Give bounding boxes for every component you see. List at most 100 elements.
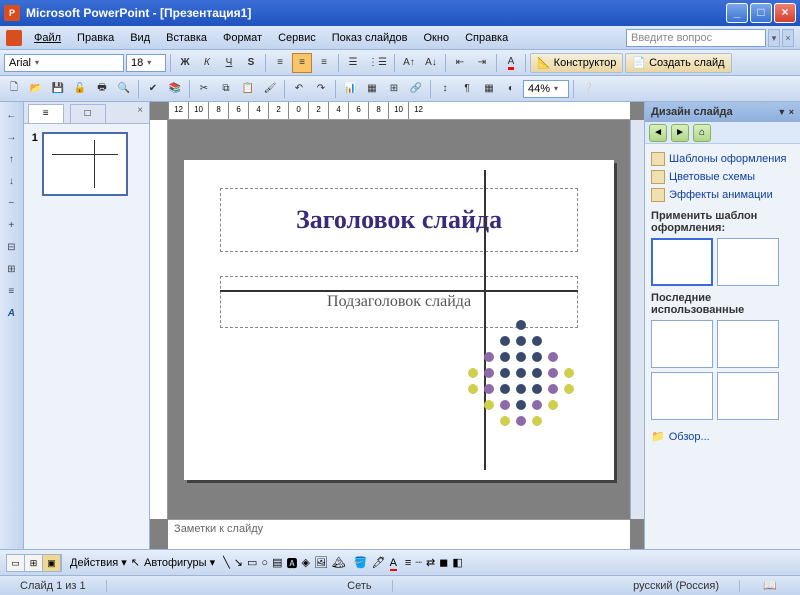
preview-button[interactable]: 🔍: [114, 79, 134, 99]
chart-button[interactable]: 📊: [340, 79, 360, 99]
animation-effects-link[interactable]: Эффекты анимации: [651, 186, 794, 204]
increase-font-button[interactable]: A↑: [399, 53, 419, 73]
permission-button[interactable]: 🔓: [70, 79, 90, 99]
close-button[interactable]: ×: [774, 3, 796, 23]
font-color-button[interactable]: A: [501, 53, 521, 73]
bulleted-list-button[interactable]: ⋮☰: [365, 53, 390, 73]
template-thumb-6[interactable]: [717, 372, 779, 420]
rectangle-button[interactable]: ▭: [247, 556, 257, 569]
autoshapes-menu[interactable]: Автофигуры ▾: [144, 556, 215, 569]
menu-insert[interactable]: Вставка: [158, 29, 215, 47]
format-painter-button[interactable]: 🖌: [260, 79, 280, 99]
help-button[interactable]: ❔: [578, 79, 598, 99]
expand-all-button[interactable]: ↕: [435, 79, 455, 99]
line-color-button[interactable]: 🖊: [372, 556, 386, 569]
bold-button[interactable]: Ж: [175, 53, 195, 73]
picture-button[interactable]: 🏔: [332, 556, 346, 569]
outline-tab[interactable]: ≡: [28, 104, 64, 123]
decrease-font-button[interactable]: A↓: [421, 53, 441, 73]
template-thumb-2[interactable]: [717, 238, 779, 286]
arrow-button[interactable]: ↘: [234, 556, 243, 569]
decrease-indent-button[interactable]: ⇤: [450, 53, 470, 73]
research-button[interactable]: 📚: [165, 79, 185, 99]
template-thumb-1[interactable]: [651, 238, 713, 286]
summary-slide-button[interactable]: ≡: [1, 282, 21, 302]
arrow-style-button[interactable]: ⇄: [426, 556, 435, 569]
color-schemes-link[interactable]: Цветовые схемы: [651, 168, 794, 186]
new-button[interactable]: 🗋: [4, 79, 24, 99]
open-button[interactable]: 📂: [26, 79, 46, 99]
slide-thumbnail-1[interactable]: 1: [32, 132, 141, 196]
show-grid-button[interactable]: ▦: [479, 79, 499, 99]
font-color-button2[interactable]: A: [390, 557, 397, 569]
menu-format[interactable]: Формат: [215, 29, 270, 47]
oval-button[interactable]: ○: [261, 557, 268, 569]
maximize-button[interactable]: □: [750, 3, 772, 23]
underline-button[interactable]: Ч: [219, 53, 239, 73]
move-down-button[interactable]: ↓: [1, 172, 21, 192]
cut-button[interactable]: ✂: [194, 79, 214, 99]
font-name-combo[interactable]: Arial▾: [4, 54, 124, 72]
slide-canvas[interactable]: Заголовок слайда Подзаголовок слайда: [168, 120, 630, 519]
sorter-view-button[interactable]: ⊞: [25, 555, 43, 571]
italic-button[interactable]: К: [197, 53, 217, 73]
print-button[interactable]: 🖶: [92, 79, 112, 99]
doc-close-button[interactable]: ×: [782, 29, 794, 47]
shadow-style-button[interactable]: ◼: [439, 556, 448, 569]
notes-pane[interactable]: Заметки к слайду: [168, 519, 630, 549]
collapse-button[interactable]: −: [1, 194, 21, 214]
designer-button[interactable]: 📐Конструктор: [530, 53, 623, 73]
increase-indent-button[interactable]: ⇥: [472, 53, 492, 73]
collapse-all-button[interactable]: ⊟: [1, 238, 21, 258]
template-thumb-3[interactable]: [651, 320, 713, 368]
align-left-button[interactable]: ≡: [270, 53, 290, 73]
help-dropdown[interactable]: ▾: [768, 29, 780, 47]
select-objects-button[interactable]: ↖: [131, 556, 140, 569]
menu-file[interactable]: Файл: [26, 29, 69, 47]
show-formatting-button2[interactable]: A: [1, 304, 21, 324]
copy-button[interactable]: ⧉: [216, 79, 236, 99]
expand-button[interactable]: +: [1, 216, 21, 236]
menu-window[interactable]: Окно: [416, 29, 458, 47]
line-button[interactable]: ╲: [223, 556, 230, 569]
show-formatting-button[interactable]: ¶: [457, 79, 477, 99]
color-grayscale-button[interactable]: ◐: [501, 79, 521, 99]
draw-menu[interactable]: Действия ▾: [70, 556, 127, 569]
line-style-button[interactable]: ≡: [405, 557, 411, 569]
hyperlink-button[interactable]: 🔗: [406, 79, 426, 99]
minimize-button[interactable]: _: [726, 3, 748, 23]
title-placeholder[interactable]: Заголовок слайда: [220, 188, 578, 252]
shadow-button[interactable]: S: [241, 53, 261, 73]
status-spellcheck-icon[interactable]: 📖: [740, 579, 800, 592]
font-size-combo[interactable]: 18▾: [126, 54, 166, 72]
table-button[interactable]: ▦: [362, 79, 382, 99]
task-pane-dropdown[interactable]: ▼ ×: [777, 107, 794, 117]
save-button[interactable]: 💾: [48, 79, 68, 99]
redo-button[interactable]: ↷: [311, 79, 331, 99]
vertical-scrollbar[interactable]: [630, 120, 644, 519]
demote-button[interactable]: →: [1, 128, 21, 148]
menu-slideshow[interactable]: Показ слайдов: [324, 29, 416, 47]
expand-all-button[interactable]: ⊞: [1, 260, 21, 280]
tables-borders-button[interactable]: ⊞: [384, 79, 404, 99]
nav-forward-button[interactable]: ►: [671, 124, 689, 142]
menu-view[interactable]: Вид: [122, 29, 158, 47]
paste-button[interactable]: 📋: [238, 79, 258, 99]
menu-edit[interactable]: Правка: [69, 29, 122, 47]
3d-style-button[interactable]: ◧: [452, 556, 462, 569]
align-center-button[interactable]: ≡: [292, 53, 312, 73]
ask-question-input[interactable]: Введите вопрос: [626, 29, 766, 47]
menu-help[interactable]: Справка: [457, 29, 516, 47]
thumbs-close-button[interactable]: ×: [131, 102, 149, 123]
template-thumb-5[interactable]: [651, 372, 713, 420]
slideshow-view-button[interactable]: ▣: [43, 555, 61, 571]
browse-link[interactable]: 📁 Обзор...: [651, 428, 794, 445]
normal-view-button[interactable]: ▭: [7, 555, 25, 571]
template-thumb-4[interactable]: [717, 320, 779, 368]
dash-style-button[interactable]: ┈: [415, 556, 422, 569]
diagram-button[interactable]: ◈: [301, 556, 309, 569]
templates-link[interactable]: Шаблоны оформления: [651, 150, 794, 168]
fill-color-button[interactable]: 🪣: [354, 556, 368, 569]
undo-button[interactable]: ↶: [289, 79, 309, 99]
new-slide-button[interactable]: 📄Создать слайд: [625, 53, 731, 73]
